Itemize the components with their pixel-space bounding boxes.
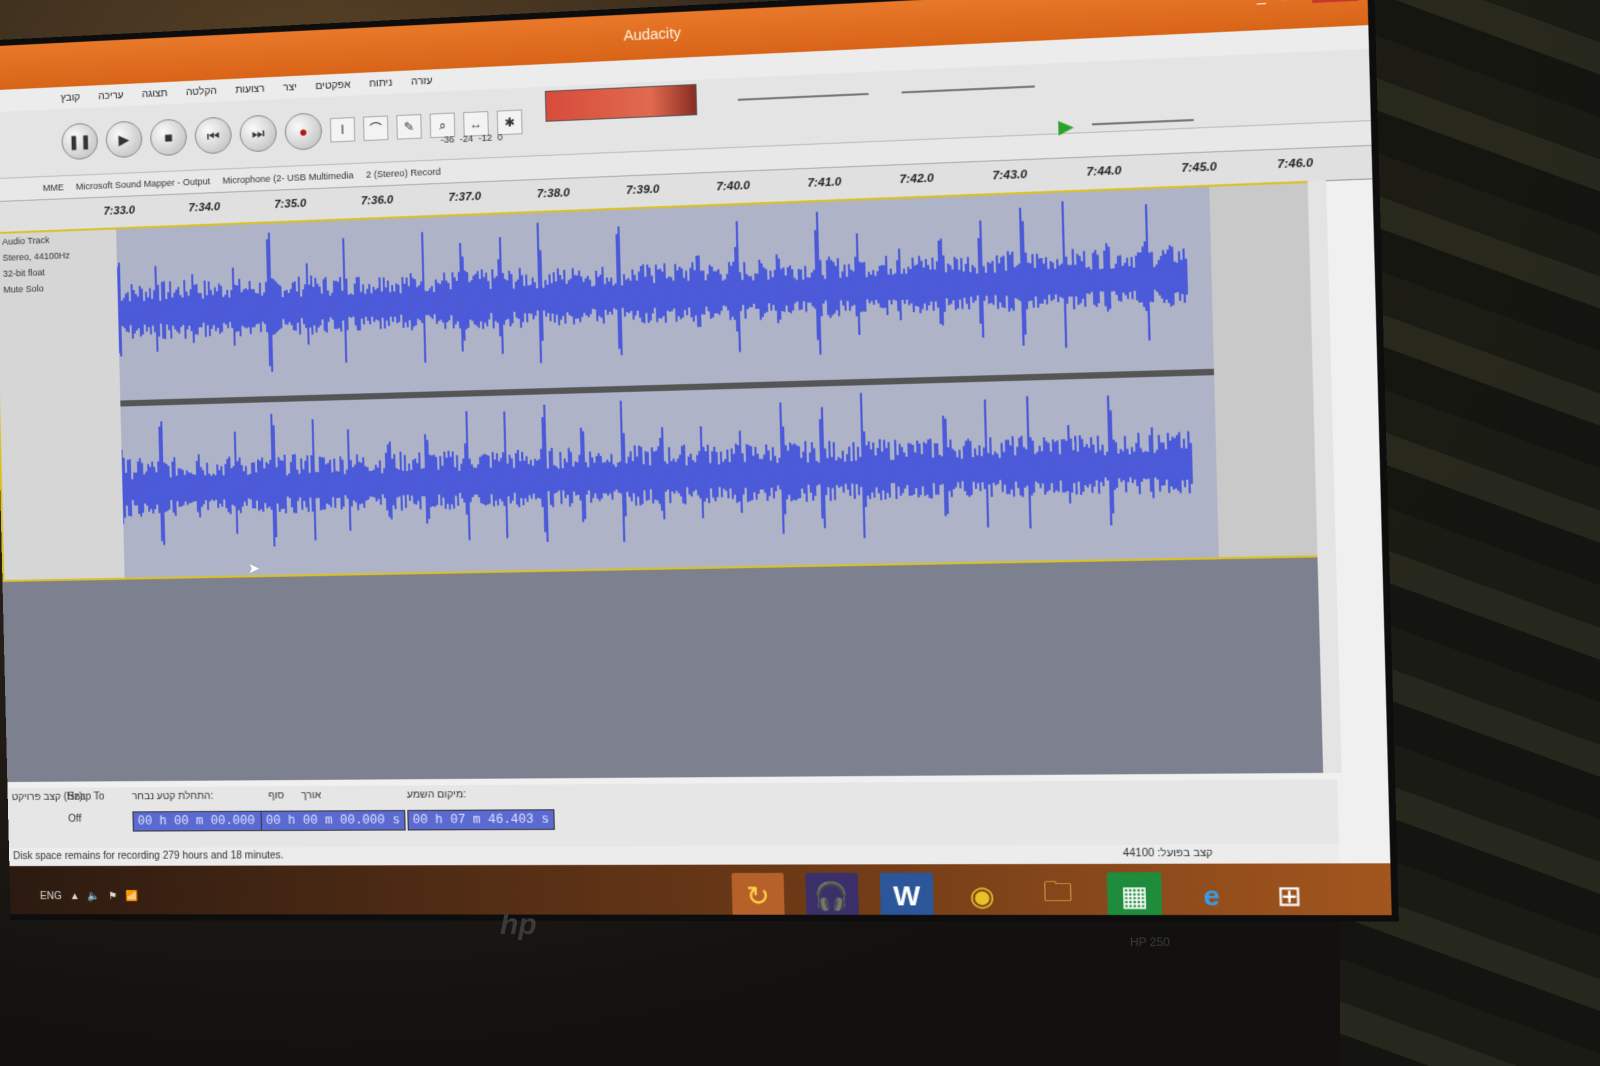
audacity-icon[interactable]: 🎧: [805, 872, 859, 919]
ruler-tick: 7:39.0: [625, 183, 660, 198]
recording-volume-slider[interactable]: [901, 85, 1035, 94]
play-icon: ▶: [118, 130, 130, 148]
menu-item[interactable]: קובץ: [60, 92, 80, 104]
play-button[interactable]: ▶: [105, 120, 143, 159]
ruler-tick: 7:41.0: [807, 175, 842, 190]
multi-icon: ✱: [504, 114, 516, 130]
store-icon[interactable]: ▦: [1106, 872, 1163, 920]
menu-item[interactable]: עזרה: [411, 75, 433, 87]
selection-toolbar: קצב פרויקט (Hz): Snap To Off התחלת קטע נ…: [7, 779, 1339, 849]
ruler-tick: 7:43.0: [992, 168, 1028, 183]
waveform[interactable]: [116, 186, 1219, 578]
menu-item[interactable]: רצועות: [235, 83, 265, 96]
status-message: Disk space remains for recording 279 hou…: [13, 850, 284, 863]
record-button[interactable]: ●: [284, 112, 323, 151]
ruler-tick: 7:46.0: [1277, 156, 1314, 172]
tray-expand-icon[interactable]: ▲: [70, 891, 80, 902]
laptop-screen: Audacity _ ❐ ✕ עזרה ניתוח אפקטים יצר רצו…: [0, 0, 1399, 922]
meter-tick: -24: [459, 133, 474, 145]
menu-item[interactable]: יצר: [283, 81, 297, 93]
snap-label: Snap To: [67, 791, 105, 803]
ruler-tick: 7:35.0: [274, 197, 307, 212]
meter-scale: -36 -24 -12 0: [441, 132, 503, 145]
start-label: התחלת קטע נבחר:: [131, 790, 214, 803]
pause-button[interactable]: ❚❚: [61, 122, 99, 161]
end-radio[interactable]: סוף: [268, 790, 284, 801]
language-indicator[interactable]: ENG: [40, 891, 62, 902]
word-icon[interactable]: W: [879, 872, 934, 920]
meter-tick: -36: [440, 134, 455, 145]
volume-icon[interactable]: 🔈: [88, 891, 101, 902]
explorer-icon[interactable]: 🗀: [1030, 872, 1085, 919]
playback-device-select[interactable]: Microsoft Sound Mapper - Output: [76, 176, 211, 192]
menu-item[interactable]: אפקטים: [315, 79, 350, 92]
skip-end-icon: ⏭: [251, 124, 265, 142]
cursor-icon: I: [340, 122, 345, 137]
ruler-tick: 7:38.0: [536, 186, 571, 201]
hp-logo: hp: [500, 908, 537, 941]
snap-select[interactable]: Off: [68, 814, 81, 825]
ie-icon[interactable]: e: [1184, 872, 1240, 919]
ruler-tick: 7:45.0: [1181, 160, 1218, 176]
play-speed-slider[interactable]: [1091, 118, 1194, 126]
ruler-tick: 7:37.0: [448, 190, 482, 205]
status-bar: Disk space remains for recording 279 hou…: [8, 843, 1340, 867]
ruler-tick: 7:40.0: [716, 179, 751, 194]
envelope-icon: ⌒: [369, 121, 383, 137]
restore-button[interactable]: ❐: [1281, 0, 1296, 4]
system-tray: ENG ▲ 🔈 ⚑ 📶: [10, 891, 138, 902]
menu-item[interactable]: ניתוח: [369, 77, 393, 89]
ruler-tick: 7:42.0: [899, 172, 935, 187]
ruler-tick: 7:44.0: [1086, 164, 1122, 179]
envelope-tool[interactable]: ⌒: [362, 115, 389, 142]
recording-meter[interactable]: [544, 83, 698, 122]
pause-icon: ❚❚: [67, 132, 92, 150]
stop-icon: ■: [163, 129, 173, 146]
ruler-tick: 7:33.0: [103, 204, 136, 218]
audio-position-label: מיקום השמע:: [406, 789, 467, 801]
magnifier-icon: ⌕: [438, 117, 447, 133]
recording-device-select[interactable]: Microphone (2- USB Multimedia: [222, 170, 353, 186]
solo-button[interactable]: Solo: [26, 283, 44, 294]
empty-track-area[interactable]: [2, 557, 1337, 783]
channels-select[interactable]: 2 (Stereo) Record: [366, 166, 441, 179]
selection-tool[interactable]: I: [329, 116, 356, 143]
windows-icon[interactable]: ⊞: [1261, 872, 1317, 919]
audio-host-select[interactable]: MME: [43, 182, 64, 193]
skip-start-icon: ⏮: [206, 126, 220, 144]
network-icon[interactable]: 📶: [125, 891, 138, 902]
laptop-model: HP 250: [1130, 935, 1170, 949]
meter-tick: 0: [497, 131, 503, 143]
ruler-tick: 7:36.0: [360, 194, 394, 208]
length-radio[interactable]: אורך: [301, 790, 321, 801]
record-icon: ●: [298, 123, 308, 140]
menu-item[interactable]: עריכה: [98, 90, 124, 102]
menu-item[interactable]: תצוגה: [142, 88, 168, 100]
timeshift-icon: ↔: [469, 116, 483, 132]
selection-start-field[interactable]: 00 h 00 m 00.000 s: [132, 810, 276, 832]
selection-end-field[interactable]: 00 h 00 m 00.000 s: [260, 810, 406, 832]
skip-end-button[interactable]: ⏭: [239, 114, 278, 153]
mute-button[interactable]: Mute: [3, 284, 23, 295]
chrome-icon[interactable]: ◉: [955, 873, 1010, 920]
action-center-icon[interactable]: ⚑: [108, 891, 117, 902]
actual-rate: קצב בפועל: 44100: [1122, 847, 1213, 860]
mouse-cursor-icon: ➤: [248, 560, 260, 576]
audio-position-field[interactable]: 00 h 07 m 46.403 s: [407, 809, 555, 831]
draw-tool[interactable]: ✎: [396, 114, 422, 140]
track-control-panel: Audio Track Stereo, 44100Hz 32-bit float…: [0, 229, 126, 580]
winamp-icon[interactable]: ↻: [731, 872, 785, 919]
play-at-speed-icon[interactable]: ▶: [1058, 116, 1074, 139]
audio-track[interactable]: Audio Track Stereo, 44100Hz 32-bit float…: [0, 180, 1332, 582]
playback-volume-slider[interactable]: [737, 92, 869, 101]
skip-start-button[interactable]: ⏮: [194, 116, 233, 155]
pencil-icon: ✎: [403, 119, 415, 135]
stop-button[interactable]: ■: [149, 118, 188, 157]
minimize-button[interactable]: _: [1256, 0, 1265, 6]
taskbar: ENG ▲ 🔈 ⚑ 📶 ↻ 🎧 W ◉ 🗀 ▦ e ⊞: [9, 863, 1399, 922]
menu-item[interactable]: הקלטה: [186, 85, 217, 98]
meter-tick: -12: [478, 132, 493, 144]
ruler-tick: 7:34.0: [188, 201, 221, 215]
